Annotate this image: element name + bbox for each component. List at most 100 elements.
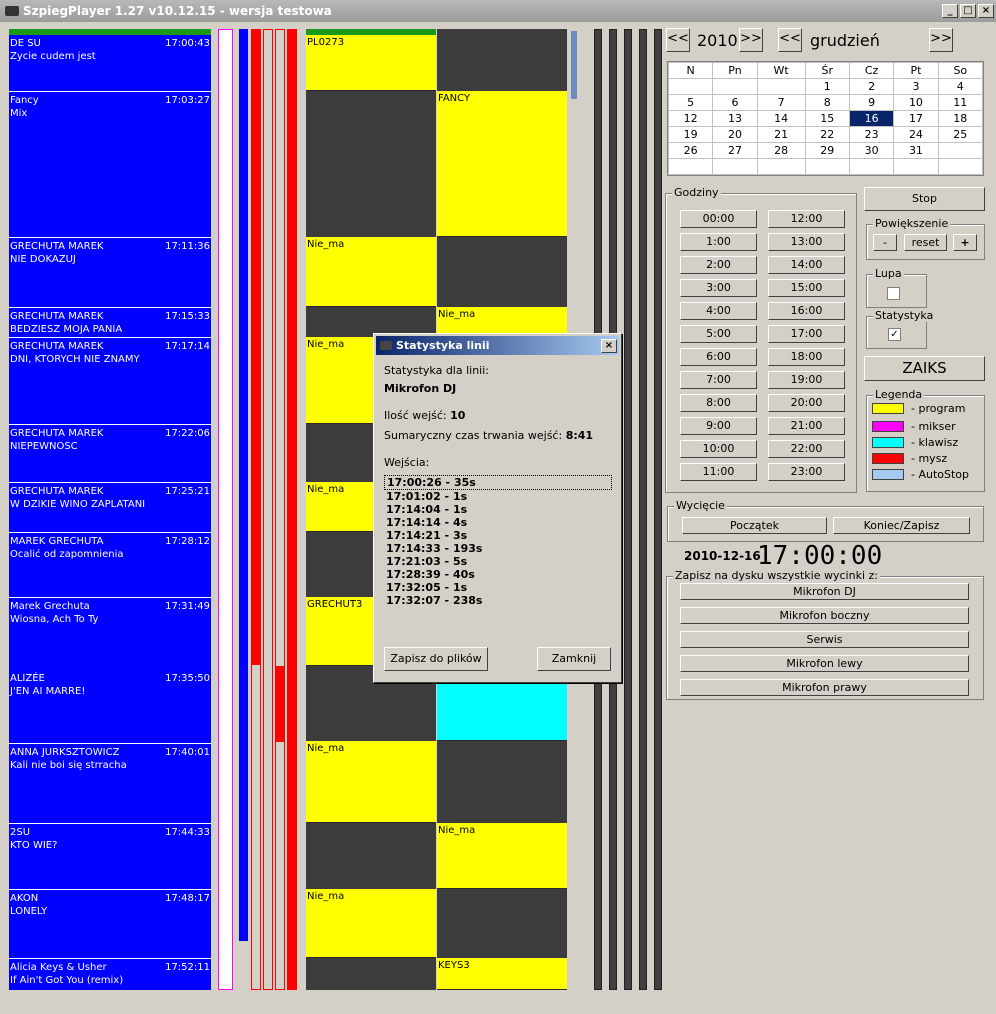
save-mikrofon-dj-button[interactable]: Mikrofon DJ [680,583,969,600]
hour-button[interactable]: 8:00 [680,394,757,412]
hour-button[interactable]: 1:00 [680,233,757,251]
statystyka-checkbox[interactable]: ✓ [888,328,901,341]
entry-item[interactable]: 17:14:33 - 193s [384,542,612,555]
block[interactable]: FANCY [437,91,567,237]
calendar-day[interactable] [667,158,714,175]
hour-button[interactable]: 3:00 [680,279,757,297]
block[interactable]: KEYS3 [437,958,567,990]
calendar-day[interactable]: 28 [756,142,806,159]
hour-button[interactable]: 4:00 [680,302,757,320]
entry-item[interactable]: 17:21:03 - 5s [384,555,612,568]
calendar-day[interactable]: 9 [848,94,895,111]
hour-button[interactable]: 17:00 [768,325,845,343]
save-serwis-button[interactable]: Serwis [680,631,969,648]
hour-button[interactable]: 2:00 [680,256,757,274]
calendar-day[interactable]: 8 [804,94,850,111]
calendar-day[interactable]: 31 [893,142,939,159]
calendar-day[interactable]: 25 [937,126,984,143]
hour-button[interactable]: 10:00 [680,440,757,458]
calendar-day[interactable]: 5 [667,94,714,111]
hour-button[interactable]: 00:00 [680,210,757,228]
calendar-day[interactable]: 12 [667,110,714,127]
hour-button[interactable]: 5:00 [680,325,757,343]
entry-item[interactable]: 17:14:04 - 1s [384,503,612,516]
track-item[interactable]: Fancy 17:03:27 Mix [9,91,211,237]
entry-item[interactable]: 17:14:14 - 4s [384,516,612,529]
entry-item[interactable]: 17:00:26 - 35s [384,475,612,490]
calendar-day[interactable] [937,142,984,159]
hour-button[interactable]: 18:00 [768,348,845,366]
hour-button[interactable]: 19:00 [768,371,845,389]
cut-end-button[interactable]: Koniec/Zapisz [833,517,970,534]
block[interactable]: Nie_ma [437,823,567,889]
calendar-day[interactable] [712,158,758,175]
entry-item[interactable]: 17:32:05 - 1s [384,581,612,594]
calendar-day[interactable]: 26 [667,142,714,159]
cut-start-button[interactable]: Początek [682,517,827,534]
track-item[interactable]: DE SU 17:00:43 Zycie cudem jest [9,35,211,91]
entries-list[interactable]: 17:00:26 - 35s 17:01:02 - 1s 17:14:04 - … [384,475,612,607]
prev-year-button[interactable]: << [666,28,690,52]
calendar-day[interactable]: 24 [893,126,939,143]
calendar-day[interactable]: 15 [804,110,850,127]
calendar-day-selected[interactable]: 16 [848,110,895,127]
calendar-day[interactable]: 10 [893,94,939,111]
hour-button[interactable]: 15:00 [768,279,845,297]
calendar-day[interactable] [848,158,895,175]
track-item[interactable]: 2SU 17:44:33 KTO WIE? [9,823,211,889]
entry-item[interactable]: 17:32:07 - 238s [384,594,612,607]
calendar-day[interactable]: 29 [804,142,850,159]
calendar-day[interactable] [804,158,850,175]
hour-button[interactable]: 20:00 [768,394,845,412]
prev-month-button[interactable]: << [778,28,802,52]
block[interactable]: Nie_ma [306,237,436,307]
calendar-day[interactable]: 6 [712,94,758,111]
maximize-button[interactable]: □ [960,4,976,18]
calendar-day[interactable]: 2 [848,78,895,95]
calendar-day[interactable] [712,78,758,95]
calendar-day[interactable]: 21 [756,126,806,143]
track-item[interactable]: Alicia Keys & Usher 17:52:11 If Ain't Got … [9,958,211,990]
close-button[interactable]: × [978,4,994,18]
calendar-day[interactable] [893,158,939,175]
track-list[interactable]: DE SU 17:00:43 Zycie cudem jest Fancy 17:03… [9,29,211,990]
block[interactable]: PL0273 [306,35,436,91]
calendar-day[interactable]: 23 [848,126,895,143]
entry-item[interactable]: 17:01:02 - 1s [384,490,612,503]
calendar-day[interactable] [937,158,984,175]
block-klawisz[interactable] [437,675,567,741]
calendar-day[interactable]: 7 [756,94,806,111]
calendar[interactable]: N Pn Wt Śr Cz Pt So 1234 5 6 7 8 9 10 11 12 13 1… [667,61,984,176]
track-item[interactable]: GRECHUTA MAREK 17:22:06 NIEPEWNOSC [9,424,211,482]
calendar-day[interactable]: 13 [712,110,758,127]
track-item[interactable]: AKON 17:48:17 LONELY [9,889,211,958]
calendar-day[interactable]: 3 [893,78,939,95]
track-item[interactable]: ALIZÉE 17:35:50 J'EN AI MARRE! [9,670,211,743]
track-item[interactable]: GRECHUTA MAREK 17:15:33 BEDZIESZ MOJA PANI… [9,307,211,337]
save-to-files-button[interactable]: Zapisz do plików [384,647,488,671]
hour-button[interactable]: 14:00 [768,256,845,274]
lupa-checkbox[interactable] [887,287,900,300]
hour-button[interactable]: 6:00 [680,348,757,366]
track-item[interactable]: GRECHUTA MAREK 17:17:14 DNI, KTORYCH NIE Z… [9,337,211,424]
save-mikrofon-prawy-button[interactable]: Mikrofon prawy [680,679,969,696]
hour-button[interactable]: 11:00 [680,463,757,481]
hour-button[interactable]: 22:00 [768,440,845,458]
track-item[interactable]: ANNA JURKSZTOWICZ 17:40:01 Kali nie boi si… [9,743,211,823]
hour-button[interactable]: 23:00 [768,463,845,481]
hour-button[interactable]: 13:00 [768,233,845,251]
calendar-day[interactable] [756,158,806,175]
hour-button[interactable]: 21:00 [768,417,845,435]
dialog-close-action-button[interactable]: Zamknij [537,647,611,671]
minimize-button[interactable]: _ [942,4,958,18]
track-item[interactable]: GRECHUTA MAREK 17:11:36 NIE DOKAZUJ [9,237,211,307]
entry-item[interactable]: 17:14:21 - 3s [384,529,612,542]
calendar-day[interactable]: 30 [848,142,895,159]
zoom-out-button[interactable]: - [873,234,897,251]
track-item[interactable]: MAREK GRECHUTA 17:28:12 Ocalić od zapomnie… [9,532,211,597]
calendar-day[interactable]: 27 [712,142,758,159]
calendar-day[interactable]: 14 [756,110,806,127]
zaiks-button[interactable]: ZAIKS [864,356,985,381]
hour-button[interactable]: 9:00 [680,417,757,435]
hour-button[interactable]: 16:00 [768,302,845,320]
